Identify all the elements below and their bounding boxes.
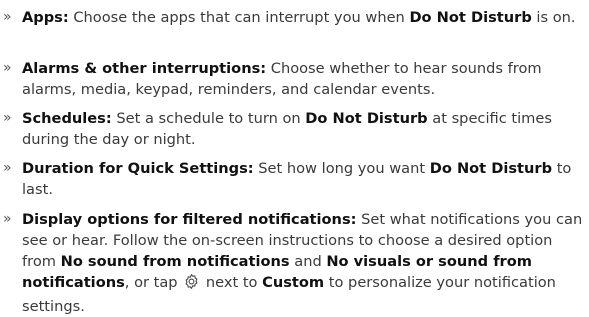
item-term: Apps:	[22, 9, 69, 26]
list-item-schedules: » Schedules: Set a schedule to turn on D…	[0, 108, 585, 150]
list-item-duration: » Duration for Quick Settings: Set how l…	[0, 158, 585, 200]
dnd-term: Do Not Disturb	[305, 110, 428, 127]
item-text: Alarms & other interruptions: Choose whe…	[22, 60, 542, 98]
item-term: Duration for Quick Settings:	[22, 160, 254, 177]
list-item-alarms: » Alarms & other interruptions: Choose w…	[0, 58, 585, 100]
item-text: Schedules: Set a schedule to turn on Do …	[22, 110, 552, 148]
item-term: Schedules:	[22, 110, 112, 127]
item-text: Apps: Choose the apps that can interrupt…	[22, 9, 576, 26]
bullet-chevron: »	[3, 211, 12, 227]
document-page: » Apps: Choose the apps that can interru…	[0, 0, 589, 315]
list-item-apps: » Apps: Choose the apps that can interru…	[0, 7, 585, 28]
item-term: Display options for filtered notificatio…	[22, 211, 357, 228]
bullet-chevron: »	[3, 160, 12, 176]
item-term: Alarms & other interruptions:	[22, 60, 267, 77]
item-text: Duration for Quick Settings: Set how lon…	[22, 160, 572, 198]
dnd-term: Do Not Disturb	[429, 160, 553, 177]
option-no-sound: No sound from notifications	[60, 253, 290, 270]
bullet-chevron: »	[3, 60, 12, 76]
bullet-chevron: »	[3, 110, 12, 126]
settings-gear-icon	[183, 273, 200, 296]
bullet-chevron: »	[3, 9, 12, 25]
dnd-term: Do Not Disturb	[409, 9, 532, 26]
item-text: Display options for filtered notificatio…	[22, 211, 583, 315]
custom-term: Custom	[262, 274, 325, 291]
list-item-display-options: » Display options for filtered notificat…	[0, 209, 585, 317]
